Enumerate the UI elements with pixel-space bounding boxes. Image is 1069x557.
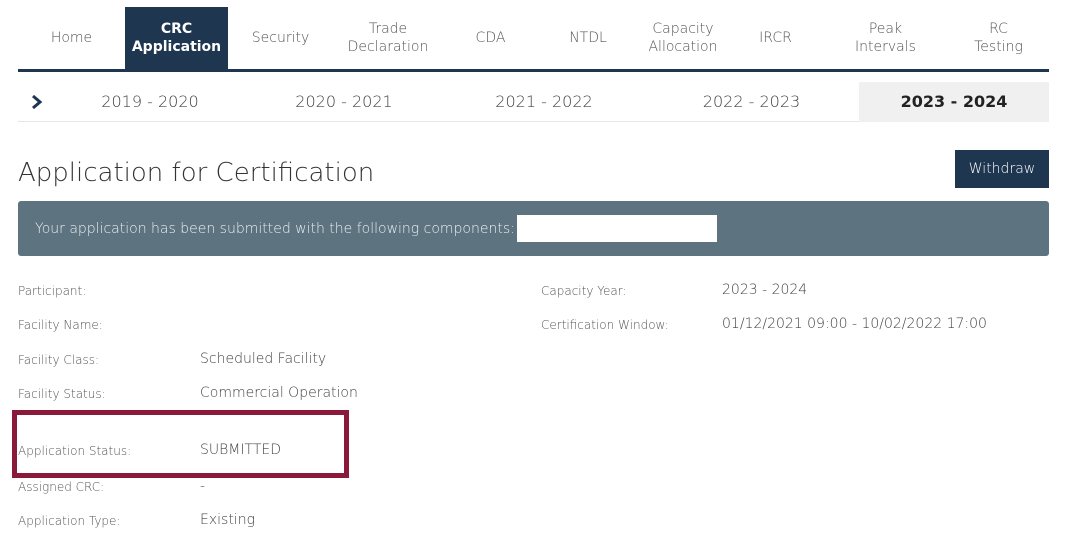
- page-title: Application for Certification: [18, 158, 375, 188]
- tab-security[interactable]: Security: [228, 7, 333, 69]
- chevron-right-icon[interactable]: [18, 82, 56, 122]
- tab-crc-application-label: CRC Application: [131, 21, 222, 55]
- certification-window-label: Certification Window:: [541, 318, 669, 332]
- year-2023-2024[interactable]: 2023 - 2024: [859, 81, 1049, 122]
- year-2019-2020[interactable]: 2019 - 2020: [56, 82, 244, 122]
- tab-ntdl[interactable]: NTDL: [538, 7, 638, 69]
- year-selector: 2019 - 2020 2020 - 2021 2021 - 2022 2022…: [18, 81, 1049, 122]
- tab-rc-testing[interactable]: RC Testing: [948, 7, 1049, 69]
- tab-peak-intervals[interactable]: Peak Intervals: [823, 7, 948, 69]
- tab-ircr[interactable]: IRCR: [728, 7, 823, 69]
- facility-class-value: Scheduled Facility: [200, 351, 327, 367]
- application-type-value: Existing: [200, 512, 255, 528]
- tab-capacity-allocation[interactable]: Capacity Allocation: [638, 7, 728, 69]
- year-2021-2022[interactable]: 2021 - 2022: [444, 82, 644, 122]
- components-box: [516, 215, 717, 242]
- participant-label: Participant:: [18, 284, 87, 298]
- main-nav: Home CRC Application Security Trade Decl…: [18, 7, 1049, 72]
- facility-status-label: Facility Status:: [18, 387, 106, 401]
- facility-class-label: Facility Class:: [18, 353, 99, 367]
- tab-peak-intervals-label: Peak Intervals: [855, 21, 916, 55]
- facility-status-value: Commercial Operation: [200, 385, 358, 401]
- withdraw-button[interactable]: Withdraw: [955, 150, 1049, 188]
- tab-home[interactable]: Home: [18, 7, 125, 69]
- tab-capacity-allocation-label: Capacity Allocation: [648, 21, 718, 55]
- tab-trade-declaration-label: Trade Declaration: [347, 21, 429, 55]
- submission-banner: Your application has been submitted with…: [18, 201, 1049, 256]
- capacity-year-value: 2023 - 2024: [722, 282, 808, 298]
- assigned-crc-value: -: [200, 478, 206, 494]
- certification-window-value: 01/12/2021 09:00 - 10/02/2022 17:00: [722, 316, 987, 332]
- banner-text: Your application has been submitted with…: [35, 220, 515, 237]
- assigned-crc-label: Assigned CRC:: [18, 480, 105, 494]
- facility-name-label: Facility Name:: [18, 318, 103, 332]
- tab-crc-application[interactable]: CRC Application: [125, 7, 228, 69]
- year-2022-2023[interactable]: 2022 - 2023: [644, 82, 859, 122]
- tab-cda[interactable]: CDA: [443, 7, 538, 69]
- application-type-label: Application Type:: [18, 514, 121, 528]
- tab-rc-testing-label: RC Testing: [974, 21, 1023, 55]
- tab-trade-declaration[interactable]: Trade Declaration: [333, 7, 443, 69]
- year-2020-2021[interactable]: 2020 - 2021: [244, 82, 444, 122]
- status-highlight-box: [12, 410, 349, 478]
- capacity-year-label: Capacity Year:: [541, 284, 627, 298]
